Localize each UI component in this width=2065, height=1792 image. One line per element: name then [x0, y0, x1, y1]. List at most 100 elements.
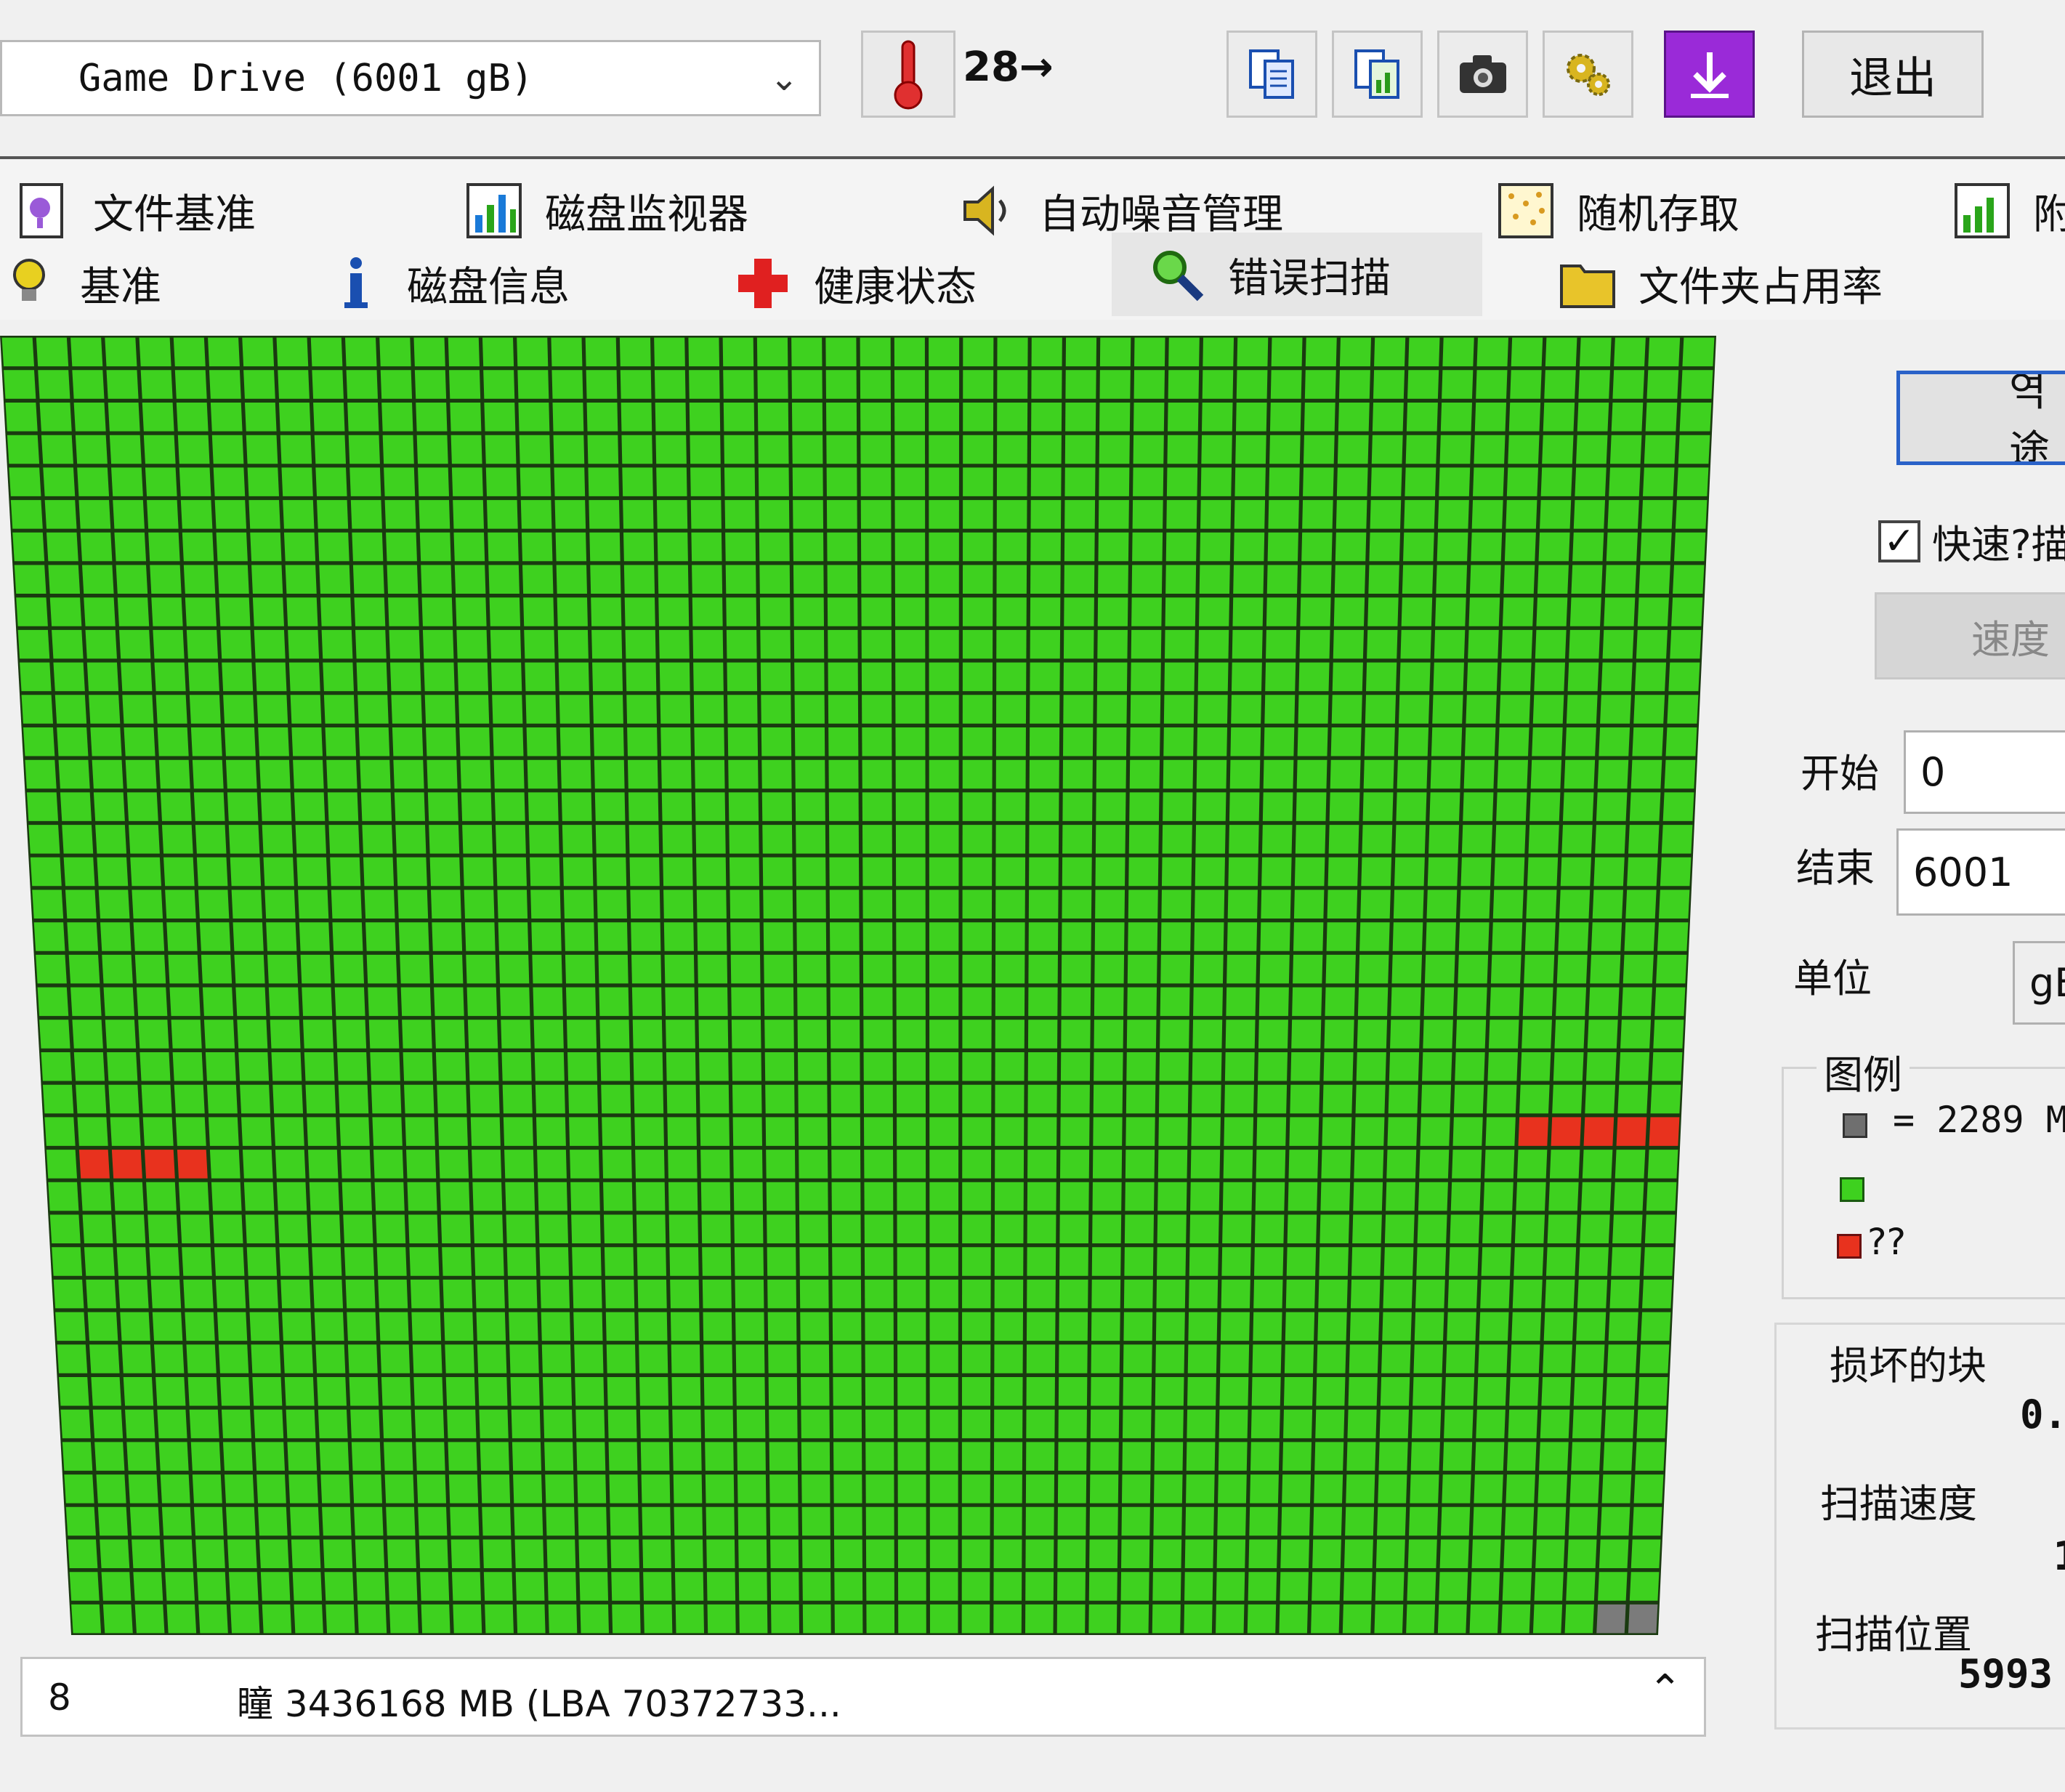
ok-block: [447, 1409, 477, 1439]
ok-block: [759, 500, 790, 529]
ok-block: [1586, 1052, 1617, 1081]
ok-block: [1029, 825, 1059, 854]
drive-select[interactable]: Game Drive (6001 gB) ⌄: [0, 40, 821, 116]
ok-block: [897, 1279, 926, 1309]
ok-block: [608, 1442, 638, 1471]
ok-block: [1629, 792, 1661, 821]
ok-block: [1122, 1442, 1151, 1471]
ok-block: [445, 1377, 476, 1406]
ok-block: [654, 337, 685, 367]
ok-block: [387, 1539, 416, 1568]
quick-scan-checkbox-row[interactable]: ✓ 快速?描: [1878, 512, 2065, 570]
ok-block: [1662, 792, 1694, 821]
ok-block: [384, 500, 416, 529]
ok-block: [356, 662, 388, 692]
ok-block: [73, 1052, 105, 1081]
tab-extra[interactable]: 附: [1953, 174, 2065, 247]
ok-block: [1223, 1150, 1253, 1179]
tab-file-benchmark[interactable]: 文件基准: [13, 174, 256, 247]
quick-scan-checkbox[interactable]: ✓: [1878, 520, 1920, 562]
chevron-up-icon[interactable]: ⌃: [1648, 1666, 1682, 1714]
copy-text-button[interactable]: [1332, 31, 1423, 118]
ok-block: [1476, 1409, 1506, 1439]
ok-block: [694, 727, 724, 756]
ok-block: [1614, 337, 1646, 367]
ok-block: [895, 662, 926, 692]
ok-block: [1303, 435, 1335, 464]
ok-block: [23, 727, 55, 756]
ok-block: [330, 857, 361, 887]
ok-block: [174, 370, 207, 399]
tab-health[interactable]: 健康状态: [734, 247, 977, 320]
ok-block: [1540, 467, 1572, 496]
ok-block: [1650, 1084, 1681, 1114]
unit-select[interactable]: gB: [2013, 941, 2065, 1025]
end-input[interactable]: 6001: [1896, 828, 2065, 916]
ok-block: [284, 1377, 315, 1406]
ok-block: [1356, 1052, 1386, 1081]
tab-benchmark[interactable]: 基准: [0, 247, 161, 320]
tab-folder-usage[interactable]: 文件夹占用率: [1559, 247, 1883, 320]
ok-block: [574, 1344, 604, 1373]
ok-block: [1028, 954, 1058, 984]
tab-disk-monitor[interactable]: 磁盘监视器: [465, 174, 748, 247]
ok-block: [402, 1020, 432, 1049]
tab-disk-info[interactable]: 磁盘信息: [327, 247, 570, 320]
ok-block: [860, 500, 892, 529]
ok-block: [1, 337, 35, 367]
ok-block: [485, 435, 517, 464]
ok-block: [155, 695, 187, 724]
ok-block: [1026, 1409, 1055, 1439]
ok-block: [450, 435, 482, 464]
ok-block: [427, 759, 458, 789]
ok-block: [488, 565, 520, 594]
ok-block: [1564, 1604, 1594, 1634]
ok-block: [1492, 889, 1524, 919]
temperature-button[interactable]: [861, 31, 955, 118]
ok-block: [1344, 1539, 1373, 1568]
ok-block: [1532, 1604, 1563, 1634]
ok-block: [1365, 662, 1397, 692]
start-scan-button[interactable]: 역途: [1896, 371, 2065, 465]
ok-block: [929, 532, 959, 562]
ok-block: [643, 1604, 673, 1634]
ok-block: [706, 1572, 736, 1601]
ok-block: [193, 792, 225, 821]
tab-auto-noise[interactable]: 自动噪音管理: [959, 174, 1283, 247]
ok-block: [629, 857, 660, 887]
tab-label: 错误扫描: [1228, 254, 1391, 302]
ok-block: [472, 1182, 503, 1211]
ok-block: [466, 987, 498, 1017]
tab-random-access[interactable]: 随机存取: [1497, 174, 1739, 247]
exit-button[interactable]: 退出: [1802, 31, 1984, 118]
tab-error-scan[interactable]: 错误扫描: [1148, 238, 1391, 311]
copy-info-button[interactable]: [1227, 31, 1317, 118]
start-input[interactable]: 0: [1904, 730, 2065, 814]
ok-block: [962, 1117, 992, 1146]
ok-block: [828, 695, 859, 724]
ok-block: [929, 1214, 958, 1243]
ok-block: [830, 954, 860, 984]
ok-block: [1058, 1377, 1088, 1406]
ok-block: [118, 1279, 149, 1309]
ok-block: [828, 727, 859, 756]
download-button[interactable]: [1664, 31, 1755, 118]
ok-block: [994, 1312, 1023, 1341]
ok-block: [357, 1604, 387, 1634]
ok-block: [1165, 629, 1195, 659]
speed-button[interactable]: 速度: [1875, 592, 2065, 679]
ok-block: [1127, 987, 1157, 1017]
ok-block: [110, 1117, 141, 1146]
ok-block: [1091, 1247, 1121, 1276]
scan-log-bar[interactable]: 8 瞳 3436168 MB (LBA 70372733... ⌃: [20, 1657, 1706, 1737]
ok-block: [1506, 500, 1537, 529]
ok-block: [605, 1312, 636, 1341]
ok-block: [267, 954, 299, 984]
ok-block: [962, 1020, 992, 1049]
ok-block: [929, 759, 959, 789]
ok-block: [376, 1214, 406, 1243]
options-button[interactable]: [1543, 31, 1633, 118]
ok-block: [962, 1052, 992, 1081]
screenshot-button[interactable]: [1437, 31, 1528, 118]
ok-block: [1608, 1312, 1638, 1341]
